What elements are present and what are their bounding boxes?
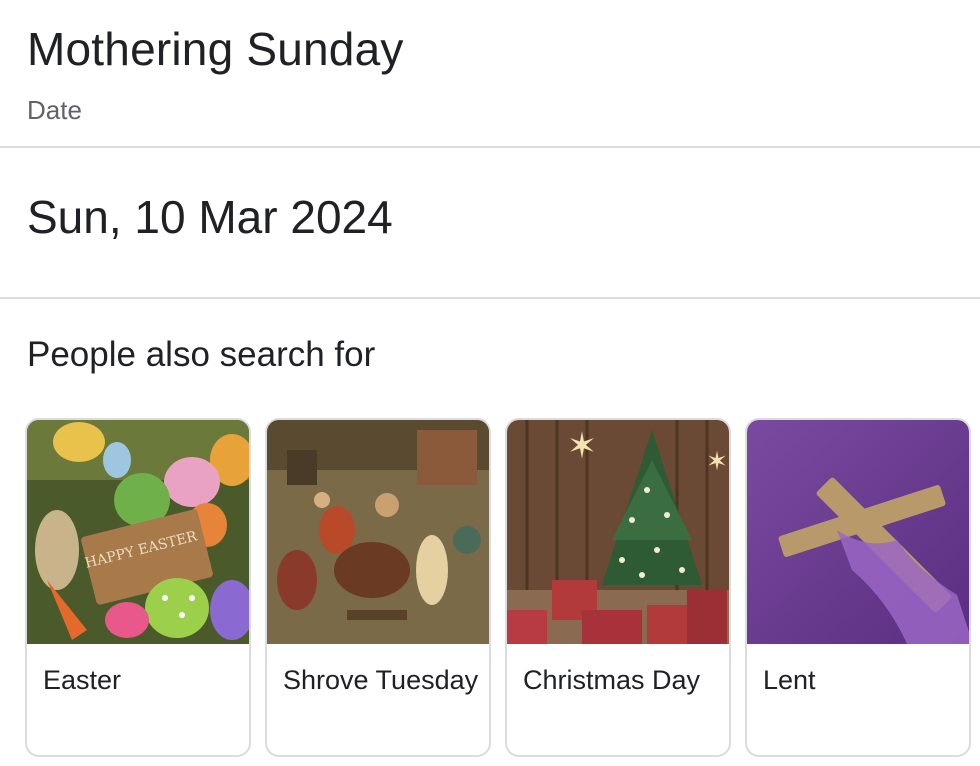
divider	[0, 297, 980, 299]
related-card-label: Easter	[43, 665, 122, 695]
svg-text:✶: ✶	[567, 425, 597, 466]
lent-thumbnail	[747, 420, 969, 644]
page-title: Mothering Sunday	[27, 23, 404, 75]
page-subtitle: Date	[27, 95, 82, 125]
related-card-label: Lent	[763, 665, 816, 695]
people-also-search-heading: People also search for	[27, 335, 376, 374]
related-card-lent[interactable]: Lent	[745, 418, 971, 757]
knowledge-header: Mothering Sunday Date	[0, 0, 980, 148]
easter-thumbnail: HAPPY EASTER	[27, 420, 249, 644]
svg-text:✶: ✶	[706, 446, 728, 476]
shrove-tuesday-thumbnail	[267, 420, 489, 644]
related-card-label: Shrove Tuesday	[283, 665, 479, 695]
date-answer: Sun, 10 Mar 2024	[27, 191, 393, 243]
related-card-shrove-tuesday[interactable]: Shrove Tuesday	[265, 418, 491, 757]
related-card-label: Christmas Day	[523, 665, 701, 695]
related-card-easter[interactable]: HAPPY EASTER Easter	[25, 418, 251, 757]
divider	[0, 146, 980, 148]
related-card-christmas-day[interactable]: ✶ ✶ Christmas Day	[505, 418, 731, 757]
related-carousel: HAPPY EASTER Easter Shrove Tuesday ✶ ✶ C…	[25, 418, 980, 758]
christmas-day-thumbnail: ✶ ✶	[507, 420, 729, 644]
